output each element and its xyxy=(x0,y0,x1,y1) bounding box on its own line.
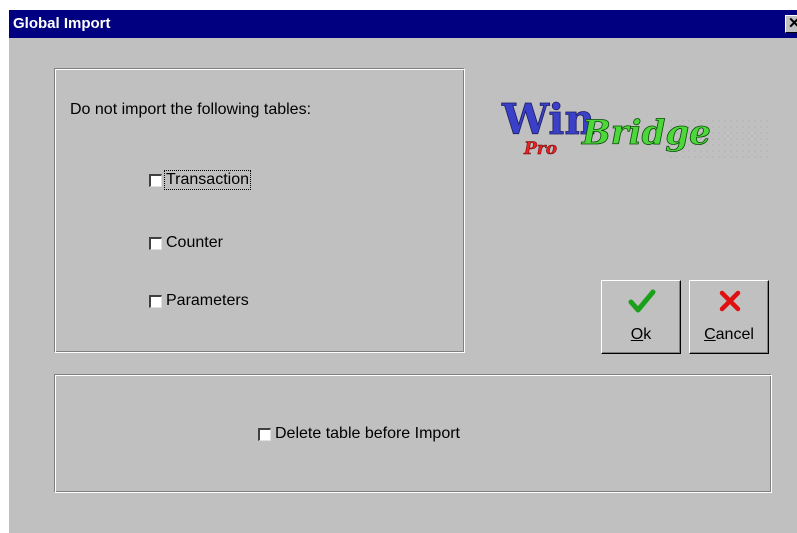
checkbox-label[interactable]: Delete table before Import xyxy=(274,425,461,443)
checkbox-transaction[interactable]: Transaction xyxy=(149,170,251,190)
ok-button-label: Ok xyxy=(630,326,652,343)
window-title: Global Import xyxy=(13,15,111,32)
checkbox-label[interactable]: Counter xyxy=(165,234,224,252)
close-button[interactable]: ✕ xyxy=(785,15,797,33)
global-import-window: Global Import ✕ Do not import the follow… xyxy=(8,9,797,533)
ok-button[interactable]: Ok xyxy=(601,280,681,354)
checkbox-box[interactable] xyxy=(149,173,162,187)
checkbox-label[interactable]: Parameters xyxy=(165,292,250,310)
checkbox-delete-table[interactable]: Delete table before Import xyxy=(258,425,461,443)
checkbox-counter[interactable]: Counter xyxy=(149,234,224,252)
checkbox-label[interactable]: Transaction xyxy=(164,170,251,190)
x-icon xyxy=(719,290,741,312)
exclude-tables-group: Do not import the following tables: Tran… xyxy=(54,68,465,353)
logo-bridge-text: Bridge xyxy=(581,113,711,153)
title-bar[interactable]: Global Import ✕ xyxy=(9,10,797,38)
checkbox-box[interactable] xyxy=(149,294,162,308)
delete-table-group: Delete table before Import xyxy=(54,374,772,493)
close-icon: ✕ xyxy=(788,16,797,32)
winprobridge-logo: Win Pro Bridge xyxy=(501,95,771,159)
checkbox-box[interactable] xyxy=(258,427,271,441)
exclude-tables-heading: Do not import the following tables: xyxy=(70,101,312,118)
checkbox-box[interactable] xyxy=(149,236,162,250)
logo-pro-text: Pro xyxy=(523,139,557,159)
checkbox-parameters[interactable]: Parameters xyxy=(149,292,250,310)
cancel-button-label: Cancel xyxy=(704,326,754,343)
cancel-button[interactable]: Cancel xyxy=(689,280,769,354)
checkmark-icon xyxy=(628,289,656,313)
logo-win-text: Win xyxy=(501,95,595,144)
